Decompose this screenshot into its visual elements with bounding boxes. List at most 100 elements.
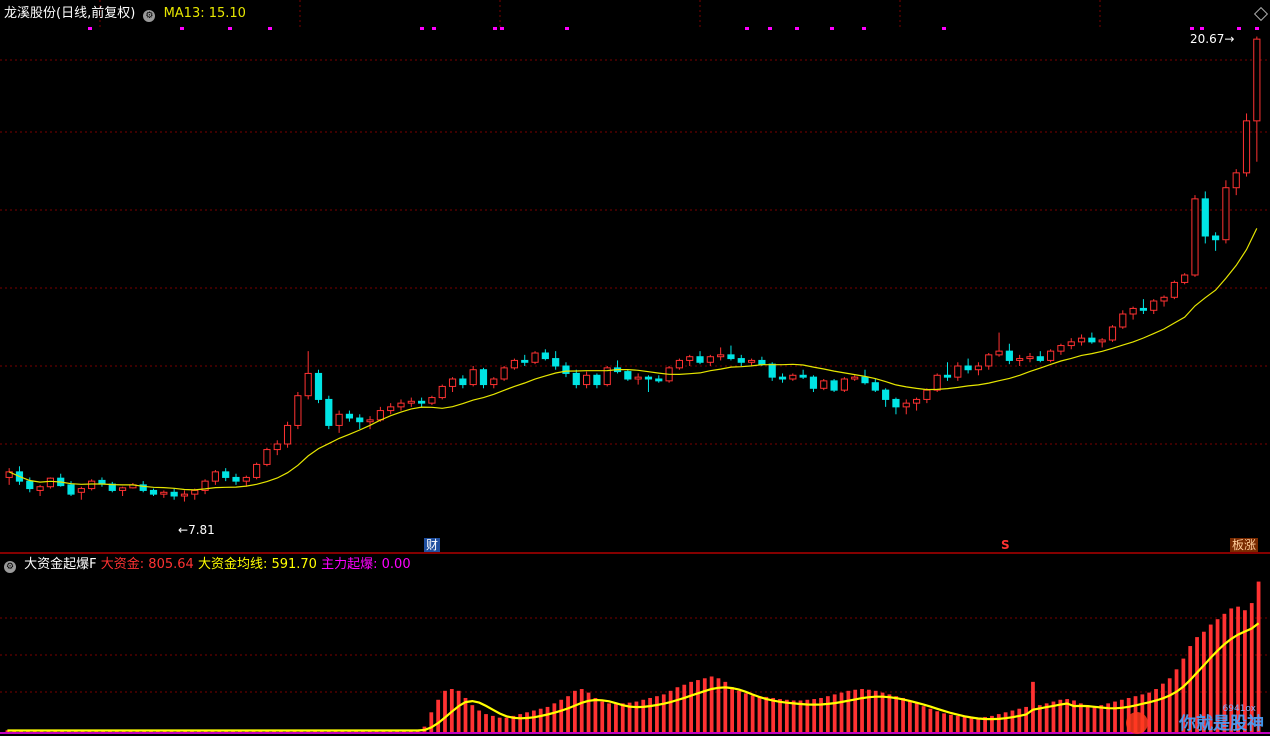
candle-body: [562, 365, 570, 374]
price-panel-header: 龙溪股份(日线,前复权) ⚙ MA13: 15.10: [4, 6, 246, 22]
indicator-bar: [949, 714, 953, 732]
indicator-bar: [935, 711, 940, 732]
signal-dot: [862, 27, 866, 30]
indicator-bar: [819, 697, 823, 732]
indicator-bar: [504, 717, 509, 732]
candle-body: [77, 488, 85, 493]
signal-dot: [745, 27, 749, 30]
candle-body: [88, 480, 96, 490]
indicator-bar: [443, 690, 447, 732]
indicator-bar: [675, 687, 680, 732]
signal-dot: [180, 27, 184, 30]
big-fund-avg-line: [7, 622, 1260, 732]
indicator-bar: [614, 704, 618, 732]
candle-body: [1212, 235, 1220, 241]
candle-body: [1098, 339, 1106, 343]
indicator-bar: [1119, 699, 1124, 732]
indicator-bar: [579, 689, 584, 732]
candle-body: [964, 365, 972, 371]
candle-body: [356, 417, 364, 423]
grid-lines: [0, 0, 1270, 734]
indicator-bar: [1017, 708, 1022, 732]
chart-canvas: [0, 0, 1270, 734]
candle-body: [644, 376, 653, 380]
indicator-bar: [798, 700, 803, 732]
candle-body: [521, 359, 529, 363]
indicator-bar: [942, 713, 946, 732]
indicator-bar: [1167, 678, 1172, 732]
candle-body: [583, 374, 591, 386]
settings-gear-icon[interactable]: ⚙: [143, 10, 156, 22]
candle-body: [1150, 300, 1158, 311]
indicator-bar: [456, 690, 461, 732]
indicator-bar: [1031, 681, 1035, 732]
candle-body: [479, 369, 488, 386]
candle-body: [995, 350, 1003, 356]
indicator-bar: [825, 696, 830, 732]
indicator-bar: [928, 708, 933, 732]
candle-body: [1139, 307, 1148, 311]
candle-body: [438, 385, 446, 399]
candle-body: [253, 463, 261, 478]
candle-body: [428, 397, 436, 404]
candle-body: [1047, 350, 1055, 361]
s-badge[interactable]: S: [999, 538, 1012, 552]
indicator-bar: [655, 696, 659, 732]
indicator-bar: [573, 690, 577, 732]
candle-body: [263, 449, 271, 465]
indicator-bar: [908, 700, 912, 732]
ma13-line: [8, 228, 1258, 491]
indicator-bar: [737, 690, 741, 732]
indicator-bar: [880, 692, 885, 732]
low-price-label: ←7.81: [178, 522, 215, 538]
candle-body: [727, 354, 735, 360]
candle-body: [541, 352, 549, 360]
indicator-bar: [586, 692, 591, 732]
signal-dot: [795, 27, 799, 30]
ban-badge[interactable]: 板涨: [1230, 538, 1259, 552]
candle-body: [737, 358, 745, 363]
watermark-logo-icon: [1126, 712, 1148, 734]
indicator-bar: [921, 706, 926, 732]
candle-body: [1036, 356, 1044, 361]
candle-body: [510, 359, 519, 369]
candle-body: [902, 402, 910, 408]
indicator-name: 大资金起爆F: [24, 557, 97, 572]
candle-body: [593, 374, 601, 386]
candle-body: [1253, 38, 1261, 122]
candle-body: [459, 378, 467, 386]
candle-body: [448, 378, 457, 387]
candle-body: [871, 382, 879, 391]
candle-body: [1016, 358, 1024, 361]
candle-body: [624, 371, 632, 380]
watermark-sub: 6941ox: [1222, 704, 1256, 714]
indicator-bar: [566, 696, 570, 732]
indicator-bar: [962, 716, 967, 732]
candle-body: [160, 491, 168, 495]
ma-label: MA13:: [163, 6, 205, 21]
candle-body: [1067, 341, 1075, 347]
indicator-bar: [593, 697, 598, 732]
indicator-bar: [860, 689, 864, 732]
signal-dot: [1255, 27, 1259, 30]
indicator-bar: [531, 710, 536, 732]
indicator-bar: [750, 695, 755, 732]
avg-label: 大资金均线:: [197, 557, 268, 572]
indicator-bar: [1024, 706, 1029, 732]
signal-dot: [1190, 27, 1194, 30]
candle-body: [768, 363, 776, 378]
candle-body: [1222, 187, 1230, 241]
candle-body: [820, 380, 828, 389]
candle-body: [345, 413, 354, 419]
main-label: 主力起爆:: [321, 557, 378, 572]
candle-body: [840, 378, 848, 391]
indicator-bar: [525, 712, 529, 732]
cai-badge[interactable]: 财: [424, 538, 441, 552]
candle-body: [1026, 356, 1034, 360]
indicator-bar: [1154, 689, 1158, 732]
indicator-bar: [518, 714, 523, 732]
candle-body: [1108, 326, 1117, 341]
candle-body: [170, 491, 178, 497]
candle-body: [861, 376, 869, 384]
indicator-gear-icon[interactable]: ⚙: [4, 561, 16, 573]
